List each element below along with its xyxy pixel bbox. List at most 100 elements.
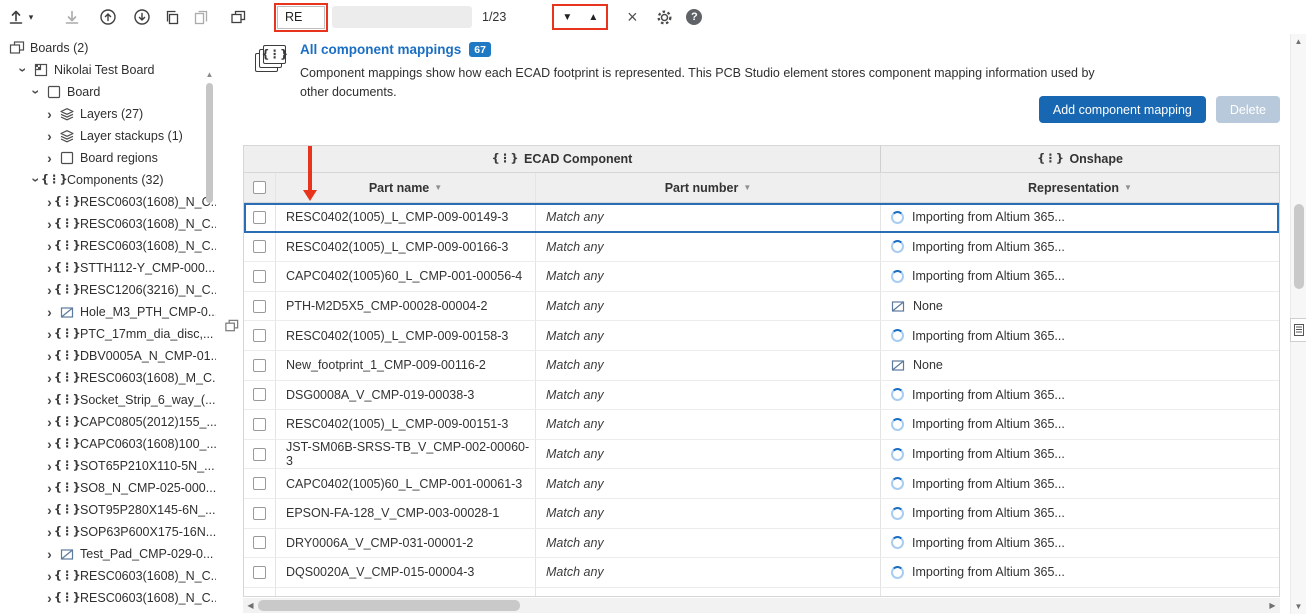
table-row[interactable]: DQS0020A_V_CMP-015-00004-3Match anyImpor… bbox=[244, 558, 1279, 588]
tree-item[interactable]: ›Hole_M3_PTH_CMP-0... bbox=[0, 301, 216, 323]
chevron-right-icon[interactable]: › bbox=[43, 107, 56, 121]
tree-item[interactable]: ›{⋮}RESC0603(1608)_N_C... bbox=[0, 191, 216, 213]
table-row[interactable] bbox=[244, 588, 1279, 597]
tree-item[interactable]: Boards (2) bbox=[0, 37, 216, 59]
row-checkbox[interactable] bbox=[253, 507, 266, 520]
tree-item[interactable]: ›{⋮}CAPC0603(1608)100_... bbox=[0, 433, 216, 455]
chevron-down-icon[interactable]: › bbox=[30, 174, 44, 187]
tree-item[interactable]: ›{⋮}PTC_17mm_dia_disc,... bbox=[0, 323, 216, 345]
row-checkbox[interactable] bbox=[253, 329, 266, 342]
settings-gear-icon[interactable] bbox=[654, 5, 674, 29]
table-row[interactable]: RESC0402(1005)_L_CMP-009-00151-3Match an… bbox=[244, 410, 1279, 440]
scroll-right-icon[interactable]: ▶ bbox=[1265, 601, 1280, 610]
tree-item[interactable]: ›{⋮}RESC0603(1608)_N_C... bbox=[0, 213, 216, 235]
column-header-part-name[interactable]: Part name ▼ bbox=[276, 173, 536, 202]
tree-item[interactable]: ›{⋮}RESC0603(1608)_N_C... bbox=[0, 587, 216, 609]
chevron-right-icon[interactable]: › bbox=[43, 129, 56, 143]
row-checkbox[interactable] bbox=[253, 418, 266, 431]
row-checkbox[interactable] bbox=[253, 477, 266, 490]
copy-icon[interactable] bbox=[162, 5, 182, 29]
sidebar-scroll-thumb[interactable] bbox=[206, 83, 213, 203]
add-component-mapping-button[interactable]: Add component mapping bbox=[1039, 96, 1206, 123]
tree-item[interactable]: ›{⋮}RESC0603(1608)_N_C... bbox=[0, 235, 216, 257]
row-checkbox[interactable] bbox=[253, 596, 266, 597]
row-checkbox[interactable] bbox=[253, 388, 266, 401]
tree-item[interactable]: ›{⋮}DBV0005A_N_CMP-01... bbox=[0, 345, 216, 367]
scroll-down-icon[interactable]: ▼ bbox=[1291, 602, 1306, 611]
properties-panel-tab[interactable] bbox=[1290, 318, 1306, 342]
tree-item[interactable]: ›Board regions bbox=[0, 147, 216, 169]
row-checkbox[interactable] bbox=[253, 448, 266, 461]
chevron-down-icon[interactable]: › bbox=[17, 64, 31, 77]
row-checkbox[interactable] bbox=[253, 300, 266, 313]
table-row[interactable]: CAPC0402(1005)60_L_CMP-001-00056-4Match … bbox=[244, 262, 1279, 292]
tree-item[interactable]: ›{⋮}SO8_N_CMP-025-000... bbox=[0, 477, 216, 499]
horizontal-scroll-thumb[interactable] bbox=[258, 600, 520, 611]
table-row[interactable]: EPSON-FA-128_V_CMP-003-00028-1Match anyI… bbox=[244, 499, 1279, 529]
table-row[interactable]: New_footprint_1_CMP-009-00116-2Match any… bbox=[244, 351, 1279, 381]
download-icon[interactable] bbox=[62, 5, 82, 29]
vertical-scroll-thumb[interactable] bbox=[1294, 204, 1304, 289]
row-checkbox[interactable] bbox=[253, 359, 266, 372]
tree-item[interactable]: ›{⋮}STTH112-Y_CMP-000... bbox=[0, 257, 216, 279]
close-find-icon[interactable]: × bbox=[622, 5, 642, 29]
row-checkbox[interactable] bbox=[253, 566, 266, 579]
help-icon[interactable]: ? bbox=[686, 9, 702, 25]
tree-item[interactable]: ›{⋮}Socket_Strip_6_way_(... bbox=[0, 389, 216, 411]
sort-caret-icon[interactable]: ▼ bbox=[1124, 183, 1132, 192]
row-checkbox[interactable] bbox=[253, 536, 266, 549]
chevron-right-icon[interactable]: › bbox=[43, 305, 56, 319]
tree-item[interactable]: ›{⋮}SOP63P600X175-16N... bbox=[0, 521, 216, 543]
boards-panel-tab[interactable] bbox=[222, 316, 242, 336]
column-header-representation[interactable]: Representation ▼ bbox=[881, 173, 1279, 202]
circle-down-arrow-icon[interactable] bbox=[132, 5, 152, 29]
tree-item[interactable]: ›{⋮}Components (32) bbox=[0, 169, 216, 191]
delete-button[interactable]: Delete bbox=[1216, 96, 1280, 123]
sidebar-scrollbar[interactable]: ▲ bbox=[204, 70, 215, 612]
paste-icon[interactable] bbox=[190, 5, 210, 29]
tree-item[interactable]: ›{⋮}RESC1206(3216)_N_C... bbox=[0, 279, 216, 301]
sort-caret-icon[interactable]: ▼ bbox=[743, 183, 751, 192]
row-checkbox[interactable] bbox=[253, 211, 266, 224]
tree-item[interactable]: ›Nikolai Test Board bbox=[0, 59, 216, 81]
table-row[interactable]: DSG0008A_V_CMP-019-00038-3Match anyImpor… bbox=[244, 381, 1279, 411]
tree-item[interactable]: ›{⋮}RESC0603(1608)_M_C... bbox=[0, 367, 216, 389]
table-row[interactable]: RESC0402(1005)_L_CMP-009-00158-3Match an… bbox=[244, 321, 1279, 351]
tree-item[interactable]: ›{⋮}CAPC0805(2012)155_... bbox=[0, 411, 216, 433]
secondary-search-field[interactable] bbox=[332, 6, 472, 28]
row-checkbox[interactable] bbox=[253, 240, 266, 253]
table-row[interactable]: DRY0006A_V_CMP-031-00001-2Match anyImpor… bbox=[244, 529, 1279, 559]
table-row[interactable]: JST-SM06B-SRSS-TB_V_CMP-002-00060-3Match… bbox=[244, 440, 1279, 470]
upload-icon[interactable] bbox=[6, 5, 26, 29]
find-previous-icon[interactable]: ▼ bbox=[558, 8, 576, 26]
tree-item[interactable]: ›{⋮}SOT95P280X145-6N_... bbox=[0, 499, 216, 521]
scroll-up-icon[interactable]: ▲ bbox=[1291, 37, 1306, 46]
page-title[interactable]: All component mappings bbox=[300, 42, 461, 57]
chevron-right-icon[interactable]: › bbox=[43, 547, 56, 561]
boards-icon[interactable] bbox=[228, 5, 248, 29]
tree-item[interactable]: ›Layers (27) bbox=[0, 103, 216, 125]
sort-caret-icon[interactable]: ▼ bbox=[434, 183, 442, 192]
tree-item[interactable]: ›Layer stackups (1) bbox=[0, 125, 216, 147]
sidebar-scroll-up-icon[interactable]: ▲ bbox=[204, 70, 215, 79]
tree-item[interactable]: ›Board bbox=[0, 81, 216, 103]
top-toolbar: ▾ 1/23 ▼ ▲ × ? bbox=[0, 0, 1306, 34]
tree-item[interactable]: ›Test_Pad_CMP-029-0... bbox=[0, 543, 216, 565]
table-row[interactable]: RESC0402(1005)_L_CMP-009-00166-3Match an… bbox=[244, 233, 1279, 263]
scroll-left-icon[interactable]: ◀ bbox=[243, 601, 258, 610]
chevron-down-icon[interactable]: › bbox=[30, 86, 44, 99]
column-header-part-number[interactable]: Part number ▼ bbox=[536, 173, 881, 202]
tree-item[interactable]: ›{⋮}RESC0603(1608)_N_C... bbox=[0, 565, 216, 587]
find-next-icon[interactable]: ▲ bbox=[584, 8, 602, 26]
select-all-checkbox[interactable] bbox=[253, 181, 266, 194]
chevron-right-icon[interactable]: › bbox=[43, 151, 56, 165]
table-row[interactable]: CAPC0402(1005)60_L_CMP-001-00061-3Match … bbox=[244, 469, 1279, 499]
table-row[interactable]: RESC0402(1005)_L_CMP-009-00149-3Match an… bbox=[244, 203, 1279, 233]
tree-item[interactable]: ›{⋮}SOT65P210X110-5N_... bbox=[0, 455, 216, 477]
table-row[interactable]: PTH-M2D5X5_CMP-00028-00004-2Match anyNon… bbox=[244, 292, 1279, 322]
find-input[interactable] bbox=[277, 6, 325, 29]
row-checkbox[interactable] bbox=[253, 270, 266, 283]
upload-menu-caret-icon[interactable]: ▾ bbox=[26, 5, 36, 29]
horizontal-scrollbar[interactable]: ◀ ▶ bbox=[243, 598, 1280, 613]
circle-up-arrow-icon[interactable] bbox=[98, 5, 118, 29]
